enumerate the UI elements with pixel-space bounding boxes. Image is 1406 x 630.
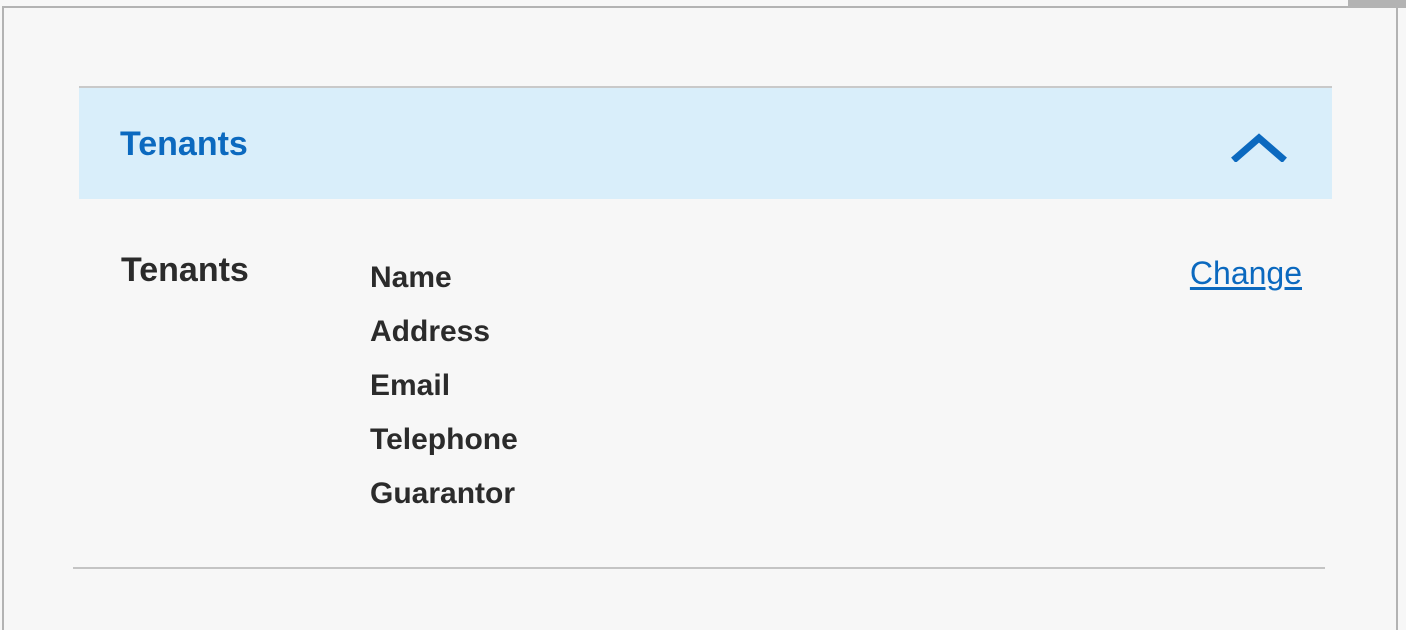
accordion-title: Tenants [120, 125, 248, 163]
corner-tab [1348, 0, 1406, 8]
section-label: Tenants [121, 251, 249, 289]
section-divider [73, 567, 1325, 569]
change-link[interactable]: Change [1190, 254, 1302, 292]
accordion-header-tenants[interactable]: Tenants [79, 86, 1332, 199]
field-list: Name Address Email Telephone Guarantor [370, 257, 518, 527]
field-address: Address [370, 315, 491, 348]
field-email: Email [370, 369, 451, 402]
field-telephone: Telephone [370, 423, 518, 456]
field-guarantor: Guarantor [370, 477, 516, 510]
field-name: Name [370, 261, 452, 294]
chevron-up-icon[interactable] [1231, 132, 1287, 162]
